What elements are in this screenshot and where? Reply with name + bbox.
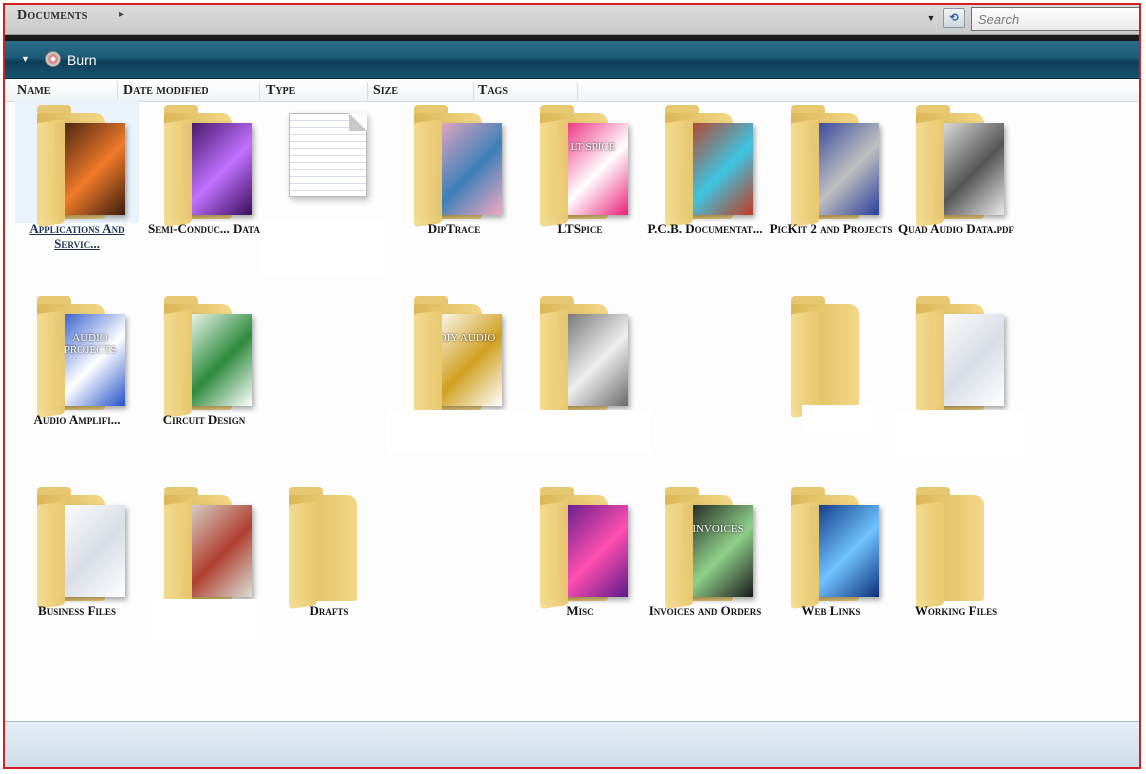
- folder-pickit-icon[interactable]: [769, 101, 893, 227]
- folder-pcb-icon[interactable]: [643, 101, 767, 227]
- folder-item[interactable]: Quad Audio Data.pdf: [894, 101, 1018, 261]
- folder-item[interactable]: Web Links: [769, 483, 893, 643]
- folder-art-text: INVOICES: [692, 523, 744, 535]
- column-separator[interactable]: [117, 82, 118, 100]
- folder-quad-audio-icon[interactable]: [894, 101, 1018, 227]
- column-header-tags[interactable]: Tags: [478, 83, 508, 99]
- folder-item[interactable]: INVOICES Invoices and Orders: [643, 483, 767, 643]
- collapse-caret-icon[interactable]: ▼: [21, 54, 30, 64]
- column-header-type[interactable]: Type: [266, 83, 295, 99]
- folder-working-files-icon[interactable]: [894, 483, 1018, 609]
- folder-item[interactable]: Applications And Servic...: [15, 101, 139, 261]
- folder-label[interactable]: Circuit Design: [142, 412, 266, 427]
- folder-item[interactable]: DipTrace: [392, 101, 516, 261]
- folder-item[interactable]: Working Files: [894, 483, 1018, 643]
- search-box[interactable]: [971, 7, 1139, 31]
- folder-art-text: LT SPICE: [570, 141, 616, 153]
- column-separator[interactable]: [473, 82, 474, 100]
- folder-label[interactable]: LTSpice: [518, 221, 642, 236]
- folder-semiconductor-icon[interactable]: [142, 101, 266, 227]
- folder-diy-audio-icon[interactable]: DIY AUDIO: [392, 292, 516, 418]
- folder-circuit-design-icon[interactable]: [142, 292, 266, 418]
- folder-invoices-icon[interactable]: INVOICES: [643, 483, 767, 609]
- folder-document-icon[interactable]: [894, 292, 1018, 418]
- folder-item[interactable]: AUDIO PROJECTS Audio Amplifi...: [15, 292, 139, 452]
- folder-empty-icon[interactable]: [769, 292, 893, 418]
- folder-business-icon[interactable]: [15, 483, 139, 609]
- folder-item[interactable]: Business Files: [15, 483, 139, 643]
- folder-label[interactable]: Business Files: [15, 603, 139, 618]
- folder-art-text: DIY AUDIO: [438, 332, 496, 344]
- column-header-size[interactable]: Size: [373, 83, 398, 99]
- folder-item[interactable]: LT SPICE LTSpice: [518, 101, 642, 261]
- folder-label[interactable]: Web Links: [769, 603, 893, 618]
- label-blank: [261, 219, 383, 275]
- column-separator[interactable]: [367, 82, 368, 100]
- folder-test-pattern-icon[interactable]: [518, 292, 642, 418]
- folder-art-text: AUDIO PROJECTS: [63, 332, 117, 356]
- folder-label[interactable]: Misc: [518, 603, 642, 618]
- burn-disc-icon[interactable]: [45, 51, 61, 67]
- folder-label[interactable]: Drafts: [267, 603, 391, 618]
- folder-label[interactable]: Applications And Servic...: [15, 221, 139, 251]
- folder-web-links-icon[interactable]: [769, 483, 893, 609]
- folder-item[interactable]: PicKit 2 and Projects: [769, 101, 893, 261]
- folder-audio-projects-icon[interactable]: AUDIO PROJECTS: [15, 292, 139, 418]
- label-blank: [153, 599, 257, 639]
- folder-label[interactable]: Invoices and Orders: [643, 603, 767, 618]
- folder-apps-icon[interactable]: [15, 101, 139, 227]
- folder-label[interactable]: PicKit 2 and Projects: [769, 221, 893, 236]
- folder-item[interactable]: P.C.B. Documentat...: [643, 101, 767, 261]
- folder-item[interactable]: Semi-Conduc... Data: [142, 101, 266, 261]
- label-blank: [386, 410, 650, 454]
- folder-label[interactable]: Quad Audio Data.pdf: [894, 221, 1018, 236]
- address-dropdown-button[interactable]: ▼: [924, 10, 938, 26]
- folder-diptrace-icon[interactable]: [392, 101, 516, 227]
- folder-ltspice-icon[interactable]: LT SPICE: [518, 101, 642, 227]
- refresh-icon[interactable]: ⟲: [943, 8, 965, 28]
- folder-item[interactable]: Circuit Design: [142, 292, 266, 452]
- folder-label[interactable]: Audio Amplifi...: [15, 412, 139, 427]
- folder-item[interactable]: Drafts: [267, 483, 391, 643]
- folder-label[interactable]: DipTrace: [392, 221, 516, 236]
- column-header-date-modified[interactable]: Date modified: [123, 83, 209, 99]
- search-input[interactable]: [972, 8, 1139, 30]
- column-header-name[interactable]: Name: [17, 83, 50, 99]
- folder-misc-icon[interactable]: [518, 483, 642, 609]
- breadcrumb-documents[interactable]: Documents: [17, 8, 88, 24]
- label-blank: [802, 405, 872, 431]
- label-blank: [897, 410, 1023, 456]
- explorer-window: Documents ▸ ▼ ⟲ ▼ Burn Name Date modifie…: [3, 3, 1141, 769]
- folder-books-icon[interactable]: [142, 483, 266, 609]
- column-separator[interactable]: [577, 82, 578, 100]
- folder-label[interactable]: Working Files: [894, 603, 1018, 618]
- address-bar: Documents ▸ ▼ ⟲: [5, 5, 1139, 35]
- details-pane: [5, 721, 1139, 767]
- column-separator[interactable]: [259, 82, 260, 100]
- breadcrumb-arrow-icon[interactable]: ▸: [119, 9, 124, 20]
- folder-label[interactable]: P.C.B. Documentat...: [643, 221, 767, 236]
- text-document-icon[interactable]: [267, 101, 391, 223]
- folder-item[interactable]: Misc: [518, 483, 642, 643]
- folder-label[interactable]: Semi-Conduc... Data: [142, 221, 266, 236]
- column-headers: Name Date modified Type Size Tags: [5, 80, 1139, 102]
- folder-drafts-icon[interactable]: [267, 483, 391, 609]
- burn-button[interactable]: Burn: [67, 52, 97, 68]
- command-bar: ▼ Burn: [5, 41, 1139, 79]
